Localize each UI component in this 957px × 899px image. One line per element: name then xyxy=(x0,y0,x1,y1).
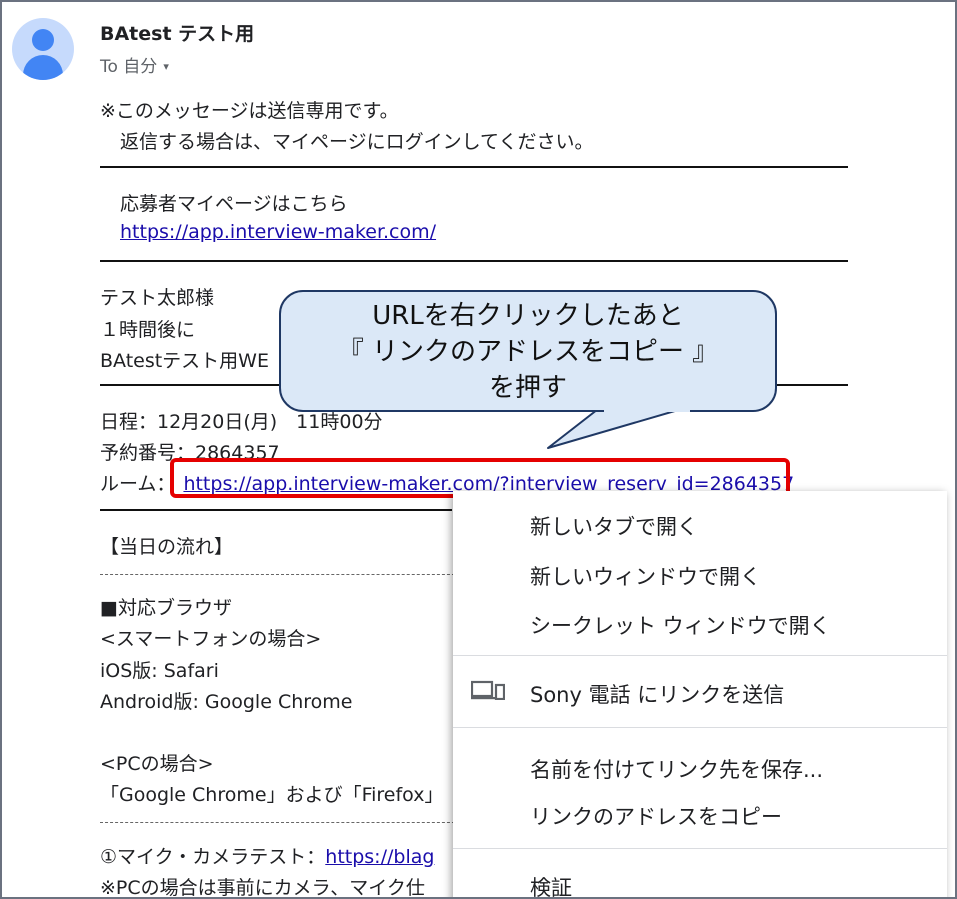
sender-name: BAtest テスト用 xyxy=(100,23,255,45)
dashed-divider xyxy=(100,822,460,823)
menu-item-save-link-as[interactable]: 名前を付けてリンク先を保存... xyxy=(530,754,823,784)
flow-heading: 【当日の流れ】 xyxy=(100,536,234,558)
pc-browsers: 「Google Chrome」および「Firefox」 xyxy=(100,784,444,806)
callout-line-3: を押す xyxy=(488,373,567,403)
devices-icon xyxy=(471,680,505,700)
smartphone-heading: <スマートフォンの場合> xyxy=(100,628,322,650)
notice-line-1: ※このメッセージは送信専用です。 xyxy=(100,100,399,122)
mic-test-line: ①マイク・カメラテスト：https://blag xyxy=(100,842,434,869)
menu-item-open-new-tab[interactable]: 新しいタブで開く xyxy=(530,511,698,541)
pc-heading: <PCの場合> xyxy=(100,753,214,775)
menu-item-send-to-device[interactable]: Sony 電話 にリンクを送信 xyxy=(530,679,784,709)
mypage-url[interactable]: https://app.interview-maker.com/ xyxy=(120,221,436,243)
mypage-label: 応募者マイページはこちら xyxy=(120,193,348,215)
callout-line-1: URLを右クリックしたあと xyxy=(372,301,684,331)
recipient-dropdown[interactable]: To 自分 ▾ xyxy=(100,52,169,77)
mic-test-label: ①マイク・カメラテスト： xyxy=(100,846,326,868)
menu-item-open-new-window[interactable]: 新しいウィンドウで開く xyxy=(530,561,761,591)
context-menu: 新しいタブで開く 新しいウィンドウで開く シークレット ウィンドウで開く Son… xyxy=(453,491,947,897)
pc-note: ※PCの場合は事前にカメラ、マイク仕 xyxy=(100,877,425,899)
menu-item-inspect[interactable]: 検証 xyxy=(530,872,572,897)
time-notice: １時間後に xyxy=(100,319,196,341)
chevron-down-icon: ▾ xyxy=(163,60,169,73)
notice-line-2: 返信する場合は、マイページにログインしてください。 xyxy=(120,131,594,153)
recipient-label: To 自分 xyxy=(100,57,158,77)
avatar-body-shape xyxy=(23,55,63,80)
menu-separator xyxy=(453,727,947,728)
company-line: BAtestテスト用WE xyxy=(100,350,269,372)
divider xyxy=(100,166,848,168)
avatar-head-shape xyxy=(32,29,54,51)
callout-line-2: 『 リンクのアドレスをコピー 』 xyxy=(337,337,719,367)
avatar[interactable] xyxy=(12,18,74,80)
menu-separator xyxy=(453,848,947,849)
room-label: ルーム： xyxy=(100,473,176,495)
divider xyxy=(100,509,452,511)
menu-item-copy-link-address[interactable]: リンクのアドレスをコピー xyxy=(530,801,782,831)
greeting: テスト太郎様 xyxy=(100,287,215,309)
divider xyxy=(100,260,848,262)
menu-item-open-incognito[interactable]: シークレット ウィンドウで開く xyxy=(530,610,831,640)
browser-heading: ■対応ブラウザ xyxy=(100,597,232,619)
ios-browser: iOS版: Safari xyxy=(100,660,219,682)
mypage-link[interactable]: https://app.interview-maker.com/ xyxy=(120,221,436,243)
menu-separator xyxy=(453,655,947,656)
callout-bubble: URLを右クリックしたあと 『 リンクのアドレスをコピー 』 を押す xyxy=(279,290,777,412)
dashed-divider xyxy=(100,574,460,575)
android-browser: Android版: Google Chrome xyxy=(100,691,353,713)
email-view: BAtest テスト用 To 自分 ▾ ※このメッセージは送信専用です。 返信する… xyxy=(0,0,957,899)
mic-test-link[interactable]: https://blag xyxy=(325,846,434,868)
